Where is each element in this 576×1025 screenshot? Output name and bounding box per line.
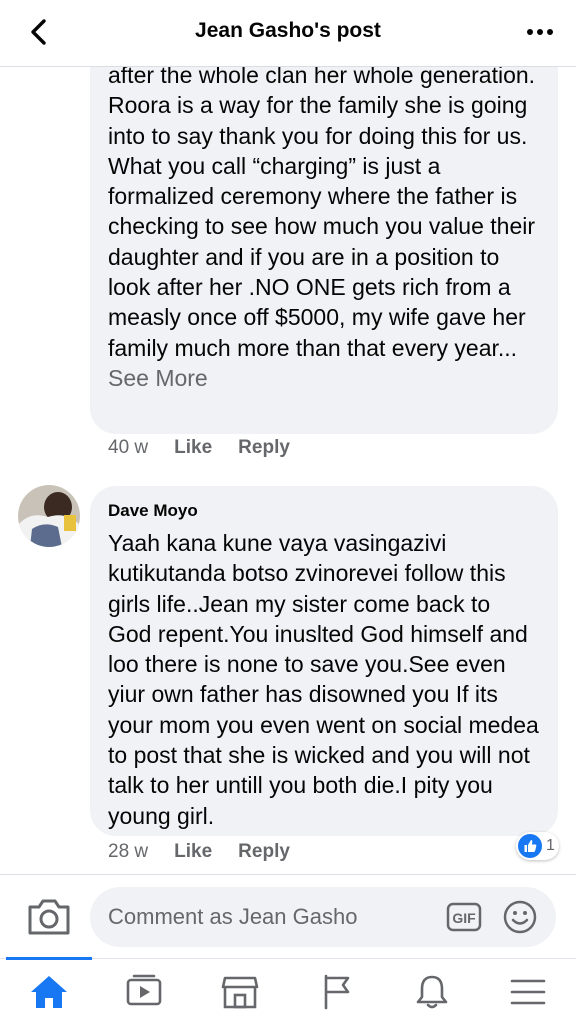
avatar-photo-icon [18,485,80,547]
video-icon [126,974,162,1006]
active-tab-indicator [6,957,92,960]
tab-notifications[interactable] [410,971,454,1013]
like-button[interactable]: Like [174,841,212,863]
menu-icon [510,979,546,1005]
avatar[interactable] [18,485,80,547]
tab-marketplace[interactable] [218,971,262,1013]
comment-body: Yaah kana kune vaya vasingazivi kutikuta… [108,530,539,829]
see-more-link[interactable]: See More [108,365,208,391]
reply-button[interactable]: Reply [238,437,290,459]
more-horizontal-icon [527,29,553,35]
reply-button[interactable]: Reply [238,841,290,863]
like-thumb-icon [518,834,542,858]
top-app-bar: Jean Gasho's post [0,0,576,67]
emoji-button[interactable] [502,899,538,935]
marketplace-icon [221,976,259,1009]
tab-pages[interactable] [314,971,358,1013]
comment-timestamp[interactable]: 28 w [108,841,148,863]
reaction-summary[interactable]: 1 [516,832,559,860]
page-title: Jean Gasho's post [195,19,381,42]
comment-actions: 40 w Like Reply [108,437,316,459]
more-options-button[interactable] [522,18,558,46]
tab-home[interactable] [27,971,71,1013]
comment-text: after the whole clan her whole generatio… [108,60,540,393]
tab-watch[interactable] [122,971,166,1013]
comment-actions: 28 w Like Reply [108,841,316,863]
like-button[interactable]: Like [174,437,212,459]
comment-bubble[interactable]: Dave Moyo Yaah kana kune vaya vasingaziv… [90,486,558,836]
gif-button[interactable]: GIF [446,902,482,932]
bottom-tab-bar [0,957,576,1025]
comment-composer: Comment as Jean Gasho GIF [0,874,576,959]
camera-icon [28,899,70,935]
comment-input[interactable]: Comment as Jean Gasho GIF [90,887,556,947]
gif-icon: GIF [446,902,482,932]
notifications-bell-icon [416,975,448,1009]
smiley-icon [503,900,537,934]
comment-bubble[interactable]: after the whole clan her whole generatio… [90,30,558,434]
reaction-count: 1 [546,837,555,854]
camera-button[interactable] [26,897,72,937]
gif-label: GIF [452,910,476,926]
comment-author[interactable]: Dave Moyo [108,500,540,522]
pages-flag-icon [324,974,350,1010]
home-icon [31,976,67,1008]
tab-menu[interactable] [506,971,550,1013]
comment-placeholder: Comment as Jean Gasho [108,904,358,929]
comment-timestamp[interactable]: 40 w [108,437,148,459]
comment-body: after the whole clan her whole generatio… [108,62,536,361]
